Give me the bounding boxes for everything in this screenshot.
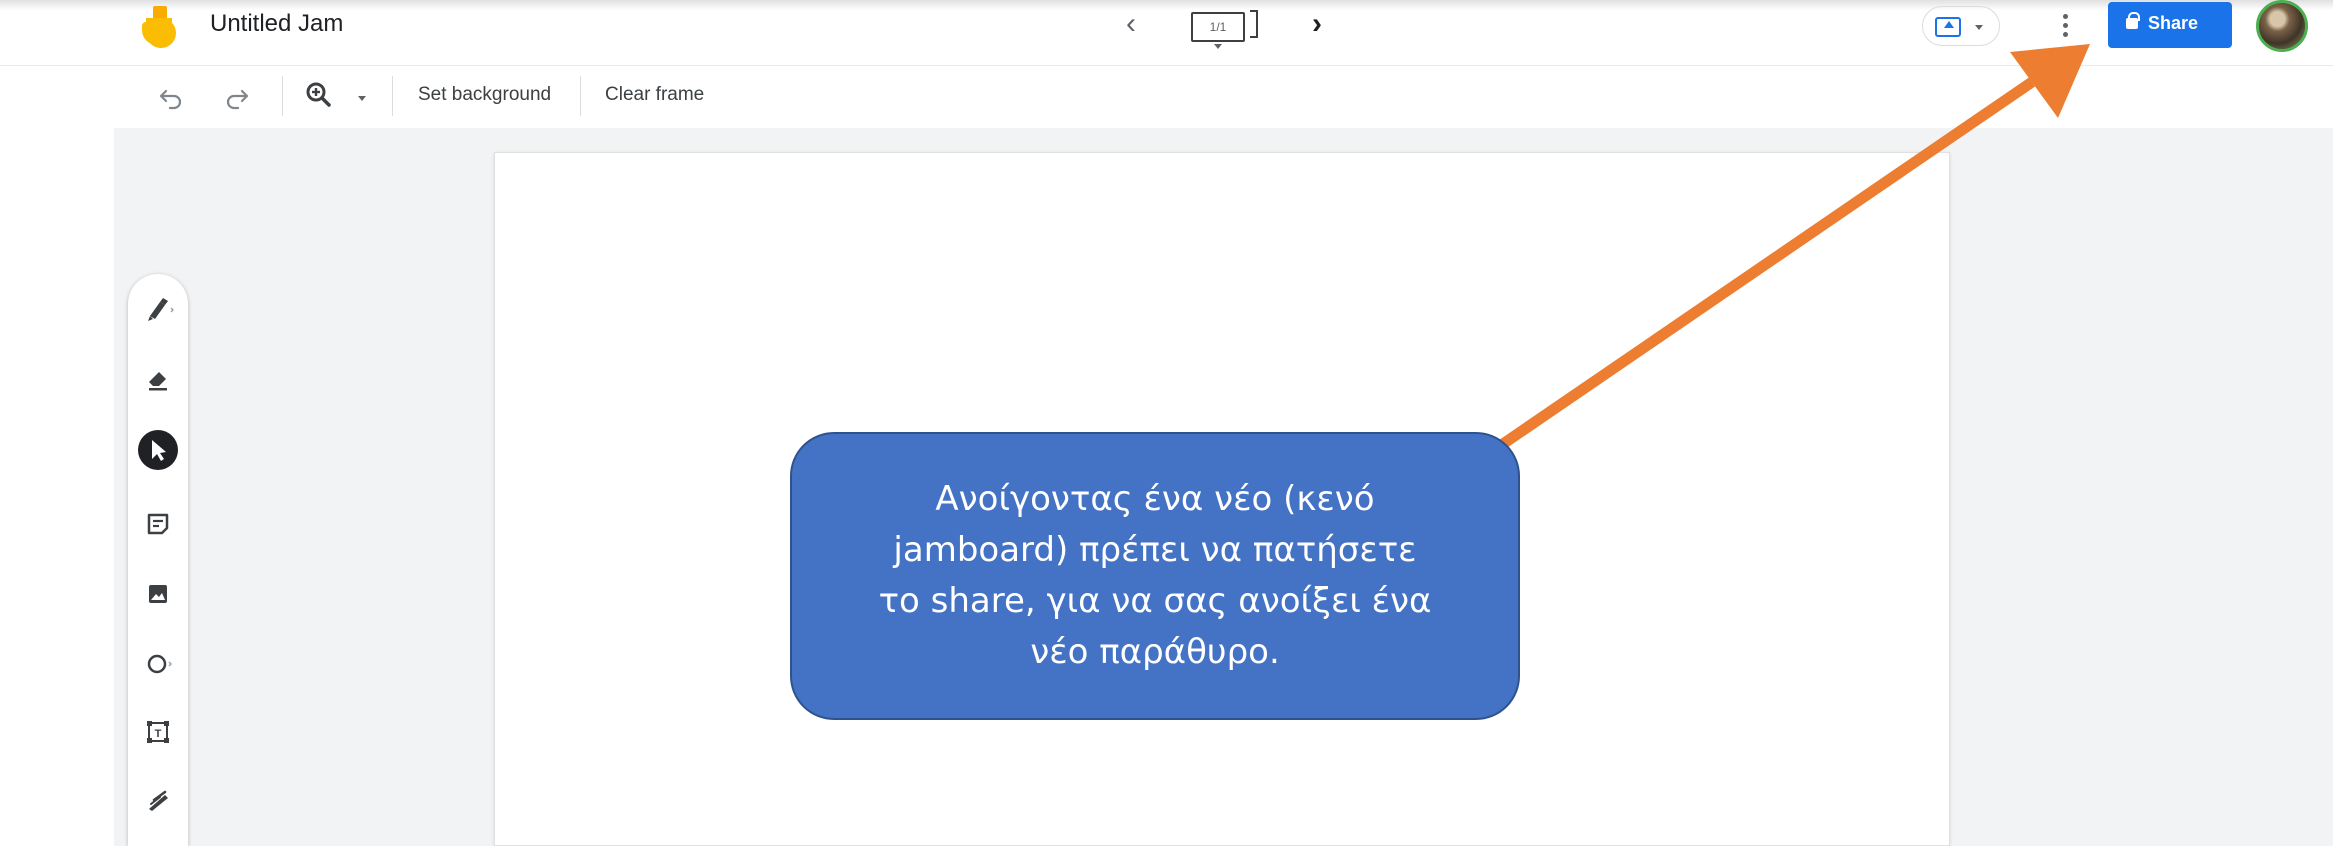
instruction-callout: Ανοίγοντας ένα νέο (κενό jamboard) πρέπε…: [790, 432, 1520, 720]
callout-text: Ανοίγοντας ένα νέο (κενό jamboard) πρέπε…: [878, 479, 1432, 672]
